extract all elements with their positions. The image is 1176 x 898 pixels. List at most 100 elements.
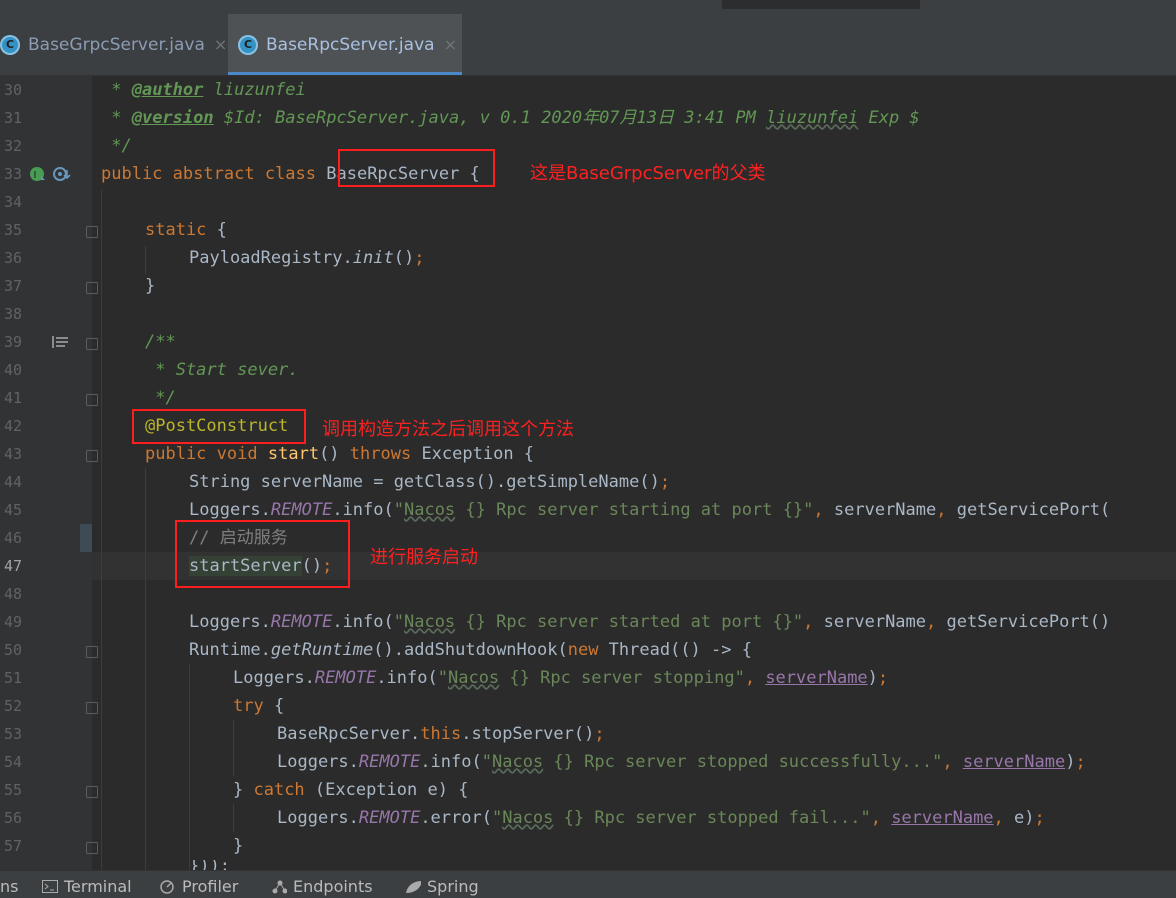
line-number: 51 xyxy=(3,669,22,687)
code-line-54[interactable]: Loggers.REMOTE.info("Nacos {} Rpc server… xyxy=(277,748,1086,776)
line-number: 49 xyxy=(3,613,22,631)
indent-guide xyxy=(101,190,102,870)
fold-marker[interactable] xyxy=(86,394,98,406)
toolbar-field[interactable] xyxy=(722,0,920,9)
fold-marker[interactable] xyxy=(86,646,98,658)
spring-tool-button[interactable]: Spring xyxy=(405,877,479,896)
code-line-53[interactable]: BaseRpcServer.this.stopServer(); xyxy=(277,720,605,748)
line-number: 31 xyxy=(3,109,22,127)
svg-text:I: I xyxy=(34,170,37,181)
code-line-57[interactable]: } xyxy=(233,832,243,860)
code-line-36[interactable]: PayloadRegistry.init(); xyxy=(189,244,424,272)
annotation-box-startserver xyxy=(175,520,350,588)
tab-baserpcserver[interactable]: C BaseRpcServer.java × xyxy=(228,14,462,75)
annotation-note-parent-class: 这是BaseGrpcServer的父类 xyxy=(530,163,766,184)
endpoints-icon xyxy=(271,880,287,894)
indent-guide xyxy=(145,246,146,274)
code-line-50[interactable]: Runtime.getRuntime().addShutdownHook(new… xyxy=(189,636,752,664)
tab-basegrpcserver[interactable]: C BaseGrpcServer.java × xyxy=(0,14,228,75)
tab-label: BaseGrpcServer.java xyxy=(28,34,205,55)
fold-marker[interactable] xyxy=(86,338,98,350)
doc-render-icon[interactable] xyxy=(52,335,70,349)
fold-marker[interactable] xyxy=(86,786,98,798)
code-line-55[interactable]: } catch (Exception e) { xyxy=(233,776,468,804)
line-number: 34 xyxy=(3,193,22,211)
line-number: 30 xyxy=(3,81,22,99)
spring-label: Spring xyxy=(427,877,479,896)
profiler-tool-button[interactable]: Profiler xyxy=(160,877,238,896)
line-number: 55 xyxy=(3,781,22,799)
line-number: 37 xyxy=(3,277,22,295)
code-line-43[interactable]: public void start() throws Exception { xyxy=(145,440,534,468)
code-line-56[interactable]: Loggers.REMOTE.error("Nacos {} Rpc serve… xyxy=(277,804,1045,832)
code-line-40[interactable]: * Start sever. xyxy=(145,356,298,384)
endpoints-label: Endpoints xyxy=(293,877,373,896)
terminal-label: Terminal xyxy=(64,877,132,896)
line-number: 56 xyxy=(3,809,22,827)
code-line-52[interactable]: try { xyxy=(233,692,284,720)
code-line-41[interactable]: */ xyxy=(145,384,175,412)
line-number: 53 xyxy=(3,725,22,743)
overridden-marker-icon[interactable] xyxy=(52,165,72,183)
code-line-30[interactable]: * @author liuzunfei xyxy=(101,76,306,104)
annotation-note-postconstruct: 调用构造方法之后调用这个方法 xyxy=(322,419,574,440)
code-line-32[interactable]: */ xyxy=(101,132,131,160)
indent-guide xyxy=(145,468,146,870)
code-line-49[interactable]: Loggers.REMOTE.info("Nacos {} Rpc server… xyxy=(189,608,1110,636)
line-number: 40 xyxy=(3,361,22,379)
line-number: 38 xyxy=(3,305,22,323)
line-number: 43 xyxy=(3,445,22,463)
line-number: 54 xyxy=(3,753,22,771)
title-strip xyxy=(0,0,1176,14)
close-icon[interactable]: × xyxy=(214,35,227,54)
current-line-gutter-marker xyxy=(80,524,92,552)
toolwindow-partial[interactable]: ns xyxy=(0,877,18,896)
line-number: 48 xyxy=(3,585,22,603)
fold-marker[interactable] xyxy=(86,282,98,294)
java-class-icon: C xyxy=(238,34,258,55)
line-number: 45 xyxy=(3,501,22,519)
editor-tab-bar: C BaseGrpcServer.java × C BaseRpcServer.… xyxy=(0,14,1176,76)
code-line-44[interactable]: String serverName = getClass().getSimple… xyxy=(189,468,670,496)
line-number: 44 xyxy=(3,473,22,491)
tool-window-bar: ns Terminal Profiler Endpoints Spring xyxy=(0,870,1176,898)
code-line-51[interactable]: Loggers.REMOTE.info("Nacos {} Rpc server… xyxy=(233,664,888,692)
fold-marker[interactable] xyxy=(86,842,98,854)
line-number: 50 xyxy=(3,641,22,659)
terminal-icon xyxy=(42,880,58,894)
fold-marker[interactable] xyxy=(86,702,98,714)
indent-guide xyxy=(233,720,234,776)
code-line-37[interactable]: } xyxy=(145,272,155,300)
code-line-58[interactable]: })); xyxy=(189,860,230,870)
annotation-box-postconstruct xyxy=(132,409,306,444)
code-line-35[interactable]: static { xyxy=(145,216,227,244)
line-number: 39 xyxy=(3,333,22,351)
endpoints-tool-button[interactable]: Endpoints xyxy=(271,877,373,896)
indent-guide xyxy=(189,664,190,870)
line-number: 35 xyxy=(3,221,22,239)
line-number: 46 xyxy=(3,529,22,547)
line-number: 52 xyxy=(3,697,22,715)
line-number: 36 xyxy=(3,249,22,267)
line-number: 41 xyxy=(3,389,22,407)
code-line-39[interactable]: /** xyxy=(145,328,176,356)
line-number: 57 xyxy=(3,837,22,855)
line-number-current: 47 xyxy=(3,557,22,575)
line-number: 32 xyxy=(3,137,22,155)
profiler-label: Profiler xyxy=(182,877,239,896)
fold-marker[interactable] xyxy=(86,226,98,238)
code-line-31[interactable]: * @version $Id: BaseRpcServer.java, v 0.… xyxy=(101,104,919,132)
fold-marker[interactable] xyxy=(86,450,98,462)
tab-label: BaseRpcServer.java xyxy=(266,34,435,55)
implemented-by-icon[interactable]: I xyxy=(28,165,48,183)
profiler-icon xyxy=(160,879,176,894)
terminal-tool-button[interactable]: Terminal xyxy=(42,877,132,896)
annotation-note-start-service: 进行服务启动 xyxy=(370,547,478,568)
line-number: 42 xyxy=(3,417,22,435)
close-icon[interactable]: × xyxy=(444,35,457,54)
java-class-icon: C xyxy=(0,34,20,55)
annotation-box-class-name xyxy=(338,149,495,187)
indent-guide xyxy=(233,804,234,832)
spring-icon xyxy=(405,880,421,894)
line-number: 33 xyxy=(3,165,22,183)
